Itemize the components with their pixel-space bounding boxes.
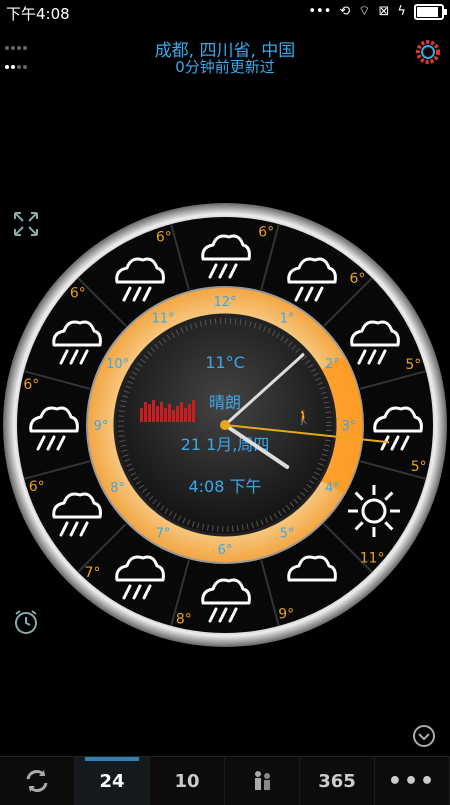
precip-bar [160, 402, 163, 422]
hour-label: 10° [106, 357, 129, 372]
hour-label: 8° [110, 481, 125, 496]
forecast-temperature: 5° [411, 459, 427, 475]
weather-clock[interactable]: 12° 1° 2° 3° 4° 5° 6° 7° 8° 9° 10° 11° 6° 6° 5° 5° 11° 9… [0, 190, 450, 660]
more-icon: ••• [387, 768, 437, 794]
hand-pivot [220, 420, 230, 430]
precip-bar [176, 406, 179, 422]
precip-bar [172, 410, 175, 422]
status-bar: 下午4:08 ••• ⟲ ⌔ ⊠ ϟ [0, 0, 450, 26]
status-icons: ••• ⟲ ⌔ ⊠ ϟ [308, 4, 447, 20]
tab-24-label: 24 [99, 770, 125, 792]
forecast-temperature: 9° [278, 606, 294, 622]
hour-label: 2° [325, 357, 340, 372]
tab-refresh[interactable] [0, 757, 75, 805]
precip-bar [192, 400, 195, 422]
precip-bar [140, 408, 143, 422]
hour-label: 7° [156, 526, 171, 541]
current-temperature: 11°C [205, 353, 245, 372]
tab-24-hours[interactable]: 24 [75, 757, 150, 805]
status-time: 下午4:08 [6, 5, 70, 23]
precip-bar [144, 402, 147, 422]
current-time: 4:08 下午 [188, 477, 261, 496]
hour-label: 6° [218, 543, 233, 558]
bottom-tabbar: 24 10 365 ••• [0, 756, 450, 805]
forecast-temperature: 8° [176, 612, 192, 628]
tab-10-label: 10 [174, 770, 200, 792]
update-status: 0分钟前更新过 [175, 58, 275, 76]
settings-gear-icon[interactable] [414, 38, 442, 66]
tab-365-label: 365 [318, 770, 356, 792]
person-icon: 🚶 [295, 409, 312, 426]
sim-icon: ⊠ [378, 4, 390, 19]
forecast-temperature: 6° [258, 224, 274, 240]
current-condition: 晴朗 [209, 393, 241, 412]
charging-icon: ϟ [397, 4, 406, 19]
alarm-clock-icon[interactable] [12, 608, 40, 636]
precip-bar [188, 404, 191, 422]
chevron-down-icon[interactable] [412, 724, 436, 748]
battery-icon [414, 4, 447, 20]
hour-label: 11° [151, 312, 174, 327]
forecast-temperature: 11° [360, 550, 385, 566]
tab-more[interactable]: ••• [375, 757, 450, 805]
dots-icon: ••• [308, 4, 332, 19]
people-icon [255, 771, 270, 790]
precip-bar [156, 406, 159, 422]
precip-bar [168, 404, 171, 422]
hour-label: 1° [280, 312, 295, 327]
forecast-temperature: 6° [350, 271, 366, 287]
precip-bar [184, 408, 187, 422]
hour-label: 9° [94, 419, 109, 434]
forecast-temperature: 6° [23, 377, 39, 393]
forecast-temperature: 7° [85, 565, 101, 581]
wifi-icon: ⌔ [358, 4, 371, 19]
refresh-icon [26, 770, 48, 792]
hour-label: 5° [280, 526, 295, 541]
precip-bar [164, 408, 167, 422]
tab-activities[interactable] [225, 757, 300, 805]
forecast-temperature: 6° [29, 479, 45, 495]
hour-label: 4° [325, 481, 340, 496]
precip-bar [180, 402, 183, 422]
tab-365[interactable]: 365 [300, 757, 375, 805]
hour-label: 3° [342, 419, 357, 434]
precip-bar [148, 404, 151, 422]
rotation-lock-icon: ⟲ [339, 4, 351, 19]
forecast-temperature: 6° [156, 230, 172, 246]
forecast-temperature: 6° [70, 286, 86, 302]
hour-label: 12° [213, 295, 236, 310]
precip-bar [152, 400, 155, 422]
forecast-temperature: 5° [405, 357, 421, 373]
tab-10-days[interactable]: 10 [150, 757, 225, 805]
